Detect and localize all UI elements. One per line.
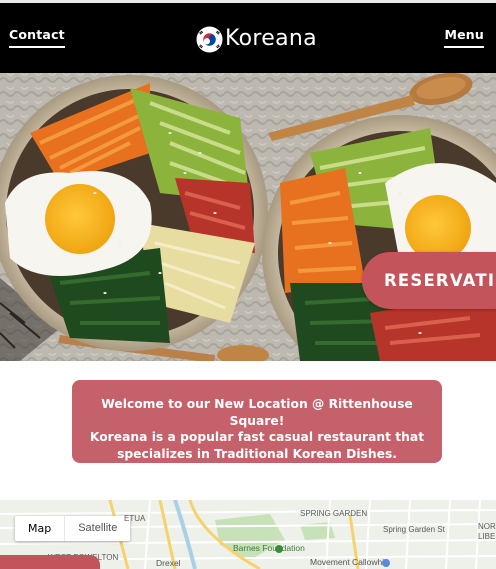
map-label-drexel: Drexel <box>156 558 181 568</box>
hero-image: RESERVATIO <box>0 73 496 361</box>
floating-side-tab[interactable] <box>0 555 100 569</box>
map-label-north-1: NORT <box>478 522 496 531</box>
welcome-line-1: Welcome to our New Location @ Rittenhous… <box>101 397 413 428</box>
map-type-toggle: Map Satellite <box>15 516 131 541</box>
welcome-banner: Welcome to our New Location @ Rittenhous… <box>72 380 442 463</box>
reservation-button[interactable]: RESERVATIO <box>362 252 496 309</box>
welcome-line-3: specializes in Traditional Korean Dishes… <box>117 446 397 461</box>
menu-link[interactable]: Menu <box>444 28 484 48</box>
map-label-north-2: LIBE <box>478 532 496 541</box>
map-label-spring-garden-st: Spring Garden St <box>383 525 445 534</box>
site-header: Contact Koreana Menu <box>0 0 496 73</box>
map-pin-icon <box>382 559 390 567</box>
brand-logo[interactable]: Koreana <box>196 23 317 55</box>
taegeuk-logo-icon <box>196 25 223 53</box>
map-pin-icon <box>275 545 283 553</box>
map-label-etua: ETUA <box>124 514 146 523</box>
contact-link[interactable]: Contact <box>9 28 65 48</box>
bibimbap-photo <box>0 73 496 361</box>
map-type-map-button[interactable]: Map <box>15 516 64 541</box>
welcome-line-2: Koreana is a popular fast casual restaur… <box>89 430 425 444</box>
map-label-movement: Movement Callowhill <box>310 557 388 567</box>
map-type-satellite-button[interactable]: Satellite <box>64 516 130 541</box>
map-label-spring-garden: SPRING GARDEN <box>300 509 368 518</box>
brand-name: Koreana <box>225 26 317 51</box>
map-label-barnes: Barnes Foundation <box>233 543 305 553</box>
